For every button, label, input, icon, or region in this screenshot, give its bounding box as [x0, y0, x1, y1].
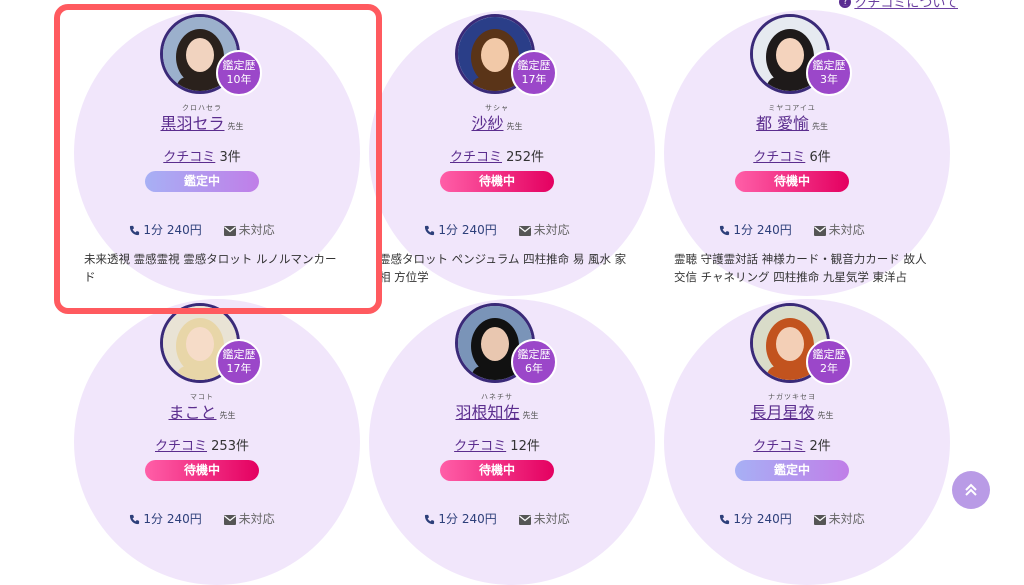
status-badge: 待機中 — [145, 460, 259, 481]
mail-info: 未対応 — [518, 223, 570, 237]
honorific: 先生 — [817, 411, 834, 420]
experience-badge: 鑑定歴 6年 — [511, 339, 557, 385]
badge-years: 6年 — [525, 362, 543, 375]
badge-years: 2年 — [820, 362, 838, 375]
info-row: 1分 240円 未対応 — [644, 221, 940, 238]
honorific: 先生 — [219, 411, 236, 420]
experience-badge: 鑑定歴 17年 — [216, 339, 262, 385]
review-row: クチコミ 12件 — [349, 435, 645, 454]
price-info: 1分 240円 — [719, 223, 795, 237]
badge-label: 鑑定歴 — [812, 59, 846, 72]
mail-status-text: 未対応 — [533, 223, 570, 237]
review-row: クチコミ 6件 — [644, 146, 940, 165]
envelope-icon — [518, 225, 531, 236]
mail-info: 未対応 — [813, 512, 865, 526]
price-info: 1分 240円 — [424, 512, 500, 526]
scroll-to-top-button[interactable] — [952, 471, 990, 509]
mail-status-text: 未対応 — [828, 512, 865, 526]
review-link[interactable]: クチコミ — [753, 150, 805, 165]
phone-icon — [720, 225, 730, 236]
review-link[interactable]: クチコミ — [155, 439, 207, 454]
mail-status-text: 未対応 — [533, 512, 570, 526]
envelope-icon — [813, 514, 826, 525]
price-text: 1分 240円 — [143, 512, 202, 526]
double-chevron-up-icon — [965, 483, 977, 496]
price-text: 1分 240円 — [733, 512, 792, 526]
honorific: 先生 — [506, 122, 523, 131]
mail-info: 未対応 — [813, 223, 865, 237]
badge-label: 鑑定歴 — [517, 59, 551, 72]
review-count: 6件 — [809, 150, 831, 165]
info-row: 1分 240円 未対応 — [644, 510, 940, 527]
name-row: 長月星夜 先生 — [644, 399, 940, 423]
status-badge: 待機中 — [440, 460, 554, 481]
price-text: 1分 240円 — [438, 223, 497, 237]
review-count: 12件 — [510, 439, 540, 454]
selection-highlight — [54, 4, 382, 314]
mail-status-text: 未対応 — [238, 512, 275, 526]
status-badge: 鑑定中 — [735, 460, 849, 481]
envelope-icon — [813, 225, 826, 236]
teller-name-link[interactable]: 長月星夜 — [750, 403, 814, 422]
review-link[interactable]: クチコミ — [454, 439, 506, 454]
specialties-text: 霊聴 守護霊対話 神様カード・観音力カード 故人交信 チャネリング 四柱推命 九… — [674, 252, 927, 284]
fortune-teller-card[interactable]: 鑑定歴 6年 ハネチサ 羽根知佐 先生 クチコミ 12件 待機中 1分 240円 … — [349, 289, 655, 585]
teller-name-link[interactable]: 沙紗 — [471, 114, 503, 133]
price-info: 1分 240円 — [424, 223, 500, 237]
phone-icon — [425, 225, 435, 236]
name-row: 羽根知佐 先生 — [349, 399, 645, 423]
envelope-icon — [518, 514, 531, 525]
review-row: クチコミ 253件 — [54, 435, 350, 454]
info-row: 1分 240円 未対応 — [54, 510, 350, 527]
info-row: 1分 240円 未対応 — [349, 510, 645, 527]
fortune-teller-card[interactable]: 鑑定歴 17年 サシャ 沙紗 先生 クチコミ 252件 待機中 1分 240円 未… — [349, 0, 655, 296]
name-row: まこと 先生 — [54, 399, 350, 423]
price-info: 1分 240円 — [129, 512, 205, 526]
envelope-icon — [223, 514, 236, 525]
badge-label: 鑑定歴 — [812, 348, 846, 361]
honorific: 先生 — [522, 411, 539, 420]
teller-name-link[interactable]: まこと — [168, 403, 216, 422]
fortune-teller-card[interactable]: 鑑定歴 3年 ミヤコアイユ 都 愛愉 先生 クチコミ 6件 待機中 1分 240円… — [644, 0, 950, 296]
experience-badge: 鑑定歴 3年 — [806, 50, 852, 96]
teller-name-link[interactable]: 羽根知佐 — [455, 403, 519, 422]
name-row: 沙紗 先生 — [349, 110, 645, 134]
phone-icon — [130, 514, 140, 525]
review-count: 252件 — [506, 150, 544, 165]
mail-status-text: 未対応 — [828, 223, 865, 237]
fortune-teller-card[interactable]: 鑑定歴 2年 ナガツキセヨ 長月星夜 先生 クチコミ 2件 鑑定中 1分 240円… — [644, 289, 950, 585]
experience-badge: 鑑定歴 2年 — [806, 339, 852, 385]
badge-label: 鑑定歴 — [222, 348, 256, 361]
review-link[interactable]: クチコミ — [753, 439, 805, 454]
badge-label: 鑑定歴 — [517, 348, 551, 361]
specialties-text: 霊感タロット ペンジュラム 四柱推命 易 風水 家相 方位学 — [379, 252, 627, 284]
review-link[interactable]: クチコミ — [450, 150, 502, 165]
honorific: 先生 — [812, 122, 829, 131]
name-row: 都 愛愉 先生 — [644, 110, 940, 134]
review-row: クチコミ 252件 — [349, 146, 645, 165]
status-badge: 待機中 — [735, 171, 849, 192]
experience-badge: 鑑定歴 17年 — [511, 50, 557, 96]
phone-icon — [425, 514, 435, 525]
price-text: 1分 240円 — [438, 512, 497, 526]
badge-years: 17年 — [226, 362, 252, 375]
price-text: 1分 240円 — [733, 223, 792, 237]
mail-info: 未対応 — [518, 512, 570, 526]
status-badge: 待機中 — [440, 171, 554, 192]
fortune-teller-card[interactable]: 鑑定歴 17年 マコト まこと 先生 クチコミ 253件 待機中 1分 240円 … — [54, 289, 360, 585]
phone-icon — [720, 514, 730, 525]
mail-info: 未対応 — [223, 512, 275, 526]
review-count: 253件 — [211, 439, 249, 454]
price-info: 1分 240円 — [719, 512, 795, 526]
review-count: 2件 — [809, 439, 831, 454]
badge-years: 17年 — [521, 73, 547, 86]
teller-name-link[interactable]: 都 愛愉 — [756, 114, 809, 133]
badge-years: 3年 — [820, 73, 838, 86]
info-row: 1分 240円 未対応 — [349, 221, 645, 238]
review-row: クチコミ 2件 — [644, 435, 940, 454]
